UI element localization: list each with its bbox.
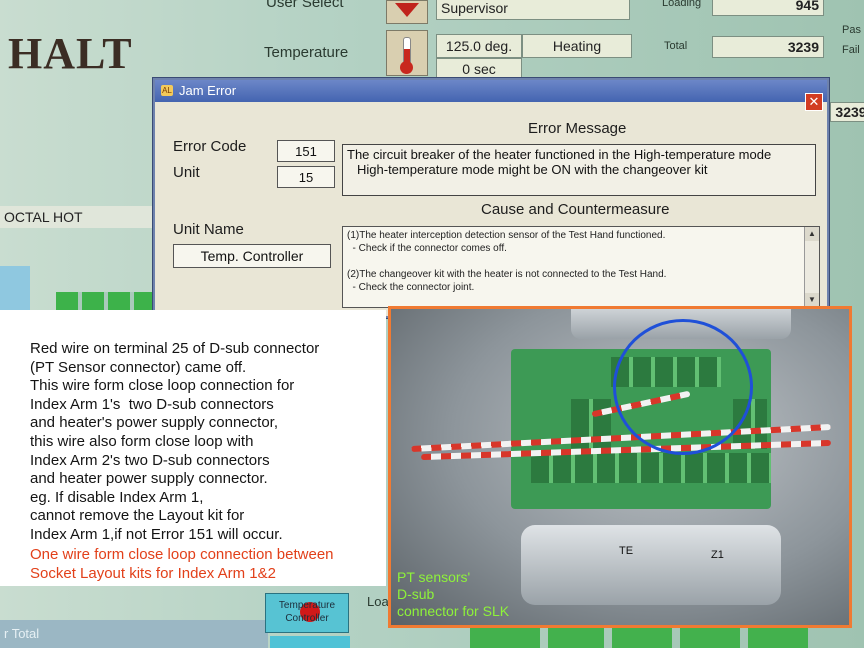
annotation-text: Red wire on terminal 25 of D-sub connect…: [30, 340, 319, 545]
dialog-title: Jam Error: [179, 83, 237, 98]
cause-header: Cause and Countermeasure: [481, 201, 670, 218]
bottom-tile: [748, 626, 808, 648]
pass-label: Pas: [842, 24, 861, 36]
cause-line: (1)The heater interception detection sen…: [347, 230, 666, 241]
cause-line: - Check the connector joint.: [347, 282, 475, 293]
highlight-circle: [613, 319, 753, 455]
annotation-line: Index Arm 2's two D-sub connectors: [30, 451, 270, 469]
annotation-line: this wire also form close loop with: [30, 432, 254, 450]
user-select-label: User Select: [266, 0, 344, 11]
caption-line: PT sensors': [397, 569, 471, 585]
annotation-line: and heater power supply connector.: [30, 470, 268, 488]
dialog-title-bar[interactable]: AL Jam Error: [155, 80, 827, 102]
temperature-controller-button[interactable]: Temperature Controller: [265, 593, 349, 633]
annotation-line: Index Arm 1's two D-sub connectors: [30, 395, 274, 413]
jam-error-dialog: AL Jam Error ✕ Error Code 151 Unit 15 Er…: [153, 78, 829, 318]
cyan-tile: [270, 636, 350, 648]
user-select-dropdown[interactable]: Supervisor: [436, 0, 630, 20]
error-code-value: 151: [277, 140, 335, 162]
loading-label: Loading: [662, 0, 702, 9]
photo-caption: PT sensors' D-sub connector for SLK: [397, 569, 509, 620]
d-sub-connector-bottom: [521, 525, 781, 605]
connector-photo: TE Z1 PT sensors' D-sub connector for SL…: [388, 306, 852, 628]
board-label-z1: Z1: [711, 549, 724, 561]
temperature-label: Temperature: [264, 44, 349, 61]
total-value: 3239: [712, 36, 824, 58]
annotation-red-line: Socket Layout kits for Index Arm 1&2: [30, 564, 276, 582]
annotation-line: eg. If disable Index Arm 1,: [30, 488, 204, 506]
error-message-box: The circuit breaker of the heater functi…: [342, 144, 816, 196]
scroll-up-icon[interactable]: ▲: [805, 227, 819, 241]
heating-status: Heating: [522, 34, 632, 58]
timer-value: 0 sec: [436, 58, 522, 80]
caption-line: connector for SLK: [397, 603, 510, 619]
loading-value: 945: [712, 0, 824, 16]
bottom-tile: [470, 626, 540, 648]
cause-text-box: (1)The heater interception detection sen…: [342, 226, 820, 308]
bottom-tile: [612, 626, 672, 648]
terminal-block-bottom: [531, 453, 771, 483]
unit-name-label: Unit Name: [173, 221, 244, 238]
caption-line: D-sub: [397, 586, 435, 602]
annotation-line: (PT Sensor connector) came off.: [30, 358, 247, 376]
annotation-line: This wire form close loop connection for: [30, 377, 295, 395]
annotation-line: Index Arm 1,if not Error 151 will occur.: [30, 525, 283, 543]
cause-line: - Check if the connector comes off.: [347, 243, 507, 254]
error-message-line: High-temperature mode might be ON with t…: [357, 162, 708, 177]
cause-line: (2)The changeover kit with the heater is…: [347, 269, 667, 280]
arrow-down-icon: [395, 3, 419, 17]
total-bar: r Total: [0, 620, 268, 648]
cause-line: [347, 255, 799, 268]
thermometer-icon: [386, 30, 428, 76]
annotation-line: cannot remove the Layout kit for: [30, 507, 245, 525]
halt-title: HALT: [8, 29, 133, 78]
scroll-down-icon[interactable]: ▼: [805, 293, 819, 307]
total-label: Total: [664, 40, 688, 52]
annotation-red-line: One wire form close loop connection betw…: [30, 546, 334, 563]
annotation-line: and heater's power supply connector,: [30, 414, 279, 432]
user-select-down-button[interactable]: [386, 0, 428, 24]
error-message-line: The circuit breaker of the heater functi…: [347, 147, 772, 162]
error-code-label: Error Code: [173, 138, 247, 155]
load-label: Loa: [367, 594, 389, 609]
board-label-te: TE: [619, 545, 634, 557]
temperature-controller-label: Temperature Controller: [278, 600, 336, 624]
fail-label: Fail: [842, 44, 860, 56]
unit-label: Unit: [173, 164, 200, 181]
bottom-tile: [548, 626, 604, 648]
scrollbar[interactable]: ▲ ▼: [804, 227, 819, 307]
temperature-value: 125.0 deg.: [436, 34, 522, 58]
annotation-highlight-text: One wire form close loop connection betw…: [30, 546, 334, 583]
unit-name-value: Temp. Controller: [173, 244, 331, 268]
unit-value: 15: [277, 166, 335, 188]
annotation-panel: Red wire on terminal 25 of D-sub connect…: [0, 310, 386, 586]
error-message-header: Error Message: [528, 120, 627, 137]
close-button[interactable]: ✕: [805, 93, 823, 111]
annotation-line: Red wire on terminal 25 of D-sub connect…: [30, 340, 320, 357]
app-icon: AL: [161, 85, 173, 96]
side-total-value: 3239: [830, 102, 864, 122]
octal-hot-label: OCTAL HOT: [0, 206, 164, 228]
bottom-tile: [680, 626, 740, 648]
